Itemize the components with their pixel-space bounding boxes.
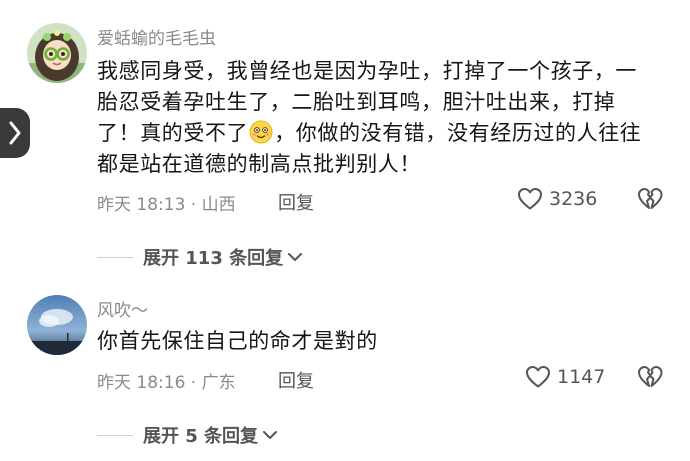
- heart-outline-icon: [518, 188, 542, 210]
- comment-meta: 昨天 18:13 · 山西: [97, 190, 236, 215]
- username[interactable]: 风吹～: [97, 296, 148, 321]
- username[interactable]: 爱蛞蝓的毛毛虫: [97, 24, 216, 49]
- chevron-down-icon: [263, 431, 278, 439]
- expand-divider-line: [97, 434, 133, 436]
- broken-heart-icon: [638, 366, 663, 387]
- avatar[interactable]: [27, 23, 87, 83]
- reply-button[interactable]: 回复: [278, 189, 314, 215]
- comment-time: 昨天 18:13: [97, 195, 186, 215]
- reply-button[interactable]: 回复: [278, 367, 314, 393]
- expand-replies-button[interactable]: 展开 113 条回复: [97, 244, 303, 270]
- comment-location: 山西: [201, 195, 236, 215]
- like-button[interactable]: 3236: [517, 187, 597, 211]
- avatar[interactable]: [27, 295, 87, 355]
- dislike-button[interactable]: [637, 187, 663, 215]
- like-count: 3236: [549, 188, 598, 210]
- like-count: 1147: [557, 366, 606, 388]
- expand-divider-line: [97, 256, 133, 258]
- comment-meta: 昨天 18:16 · 广东: [97, 368, 236, 393]
- broken-heart-icon: [638, 188, 663, 209]
- comment-location: 广东: [201, 373, 236, 393]
- meta-separator: ·: [185, 373, 202, 393]
- comment-text: 我感同身受，我曾经也是因为孕吐，打掉了一个孩子，一胎忍受着孕吐生了，二胎吐到耳鸣…: [97, 56, 657, 180]
- meta-separator: ·: [185, 195, 202, 215]
- heart-outline-icon: [526, 366, 550, 388]
- smiling-face-emoji: [249, 120, 273, 144]
- expand-replies-button[interactable]: 展开 5 条回复: [97, 422, 278, 448]
- chevron-down-icon: [288, 253, 303, 261]
- expand-replies-label: 展开 113 条回复: [143, 248, 284, 269]
- comment-text: 你首先保住自己的命才是對的: [97, 329, 378, 353]
- chevron-right-icon: [9, 121, 21, 145]
- like-button[interactable]: 1147: [525, 365, 605, 389]
- side-expand-handle[interactable]: [0, 108, 30, 158]
- expand-replies-label: 展开 5 条回复: [143, 426, 259, 447]
- comment-time: 昨天 18:16: [97, 373, 186, 393]
- dislike-button[interactable]: [637, 365, 663, 393]
